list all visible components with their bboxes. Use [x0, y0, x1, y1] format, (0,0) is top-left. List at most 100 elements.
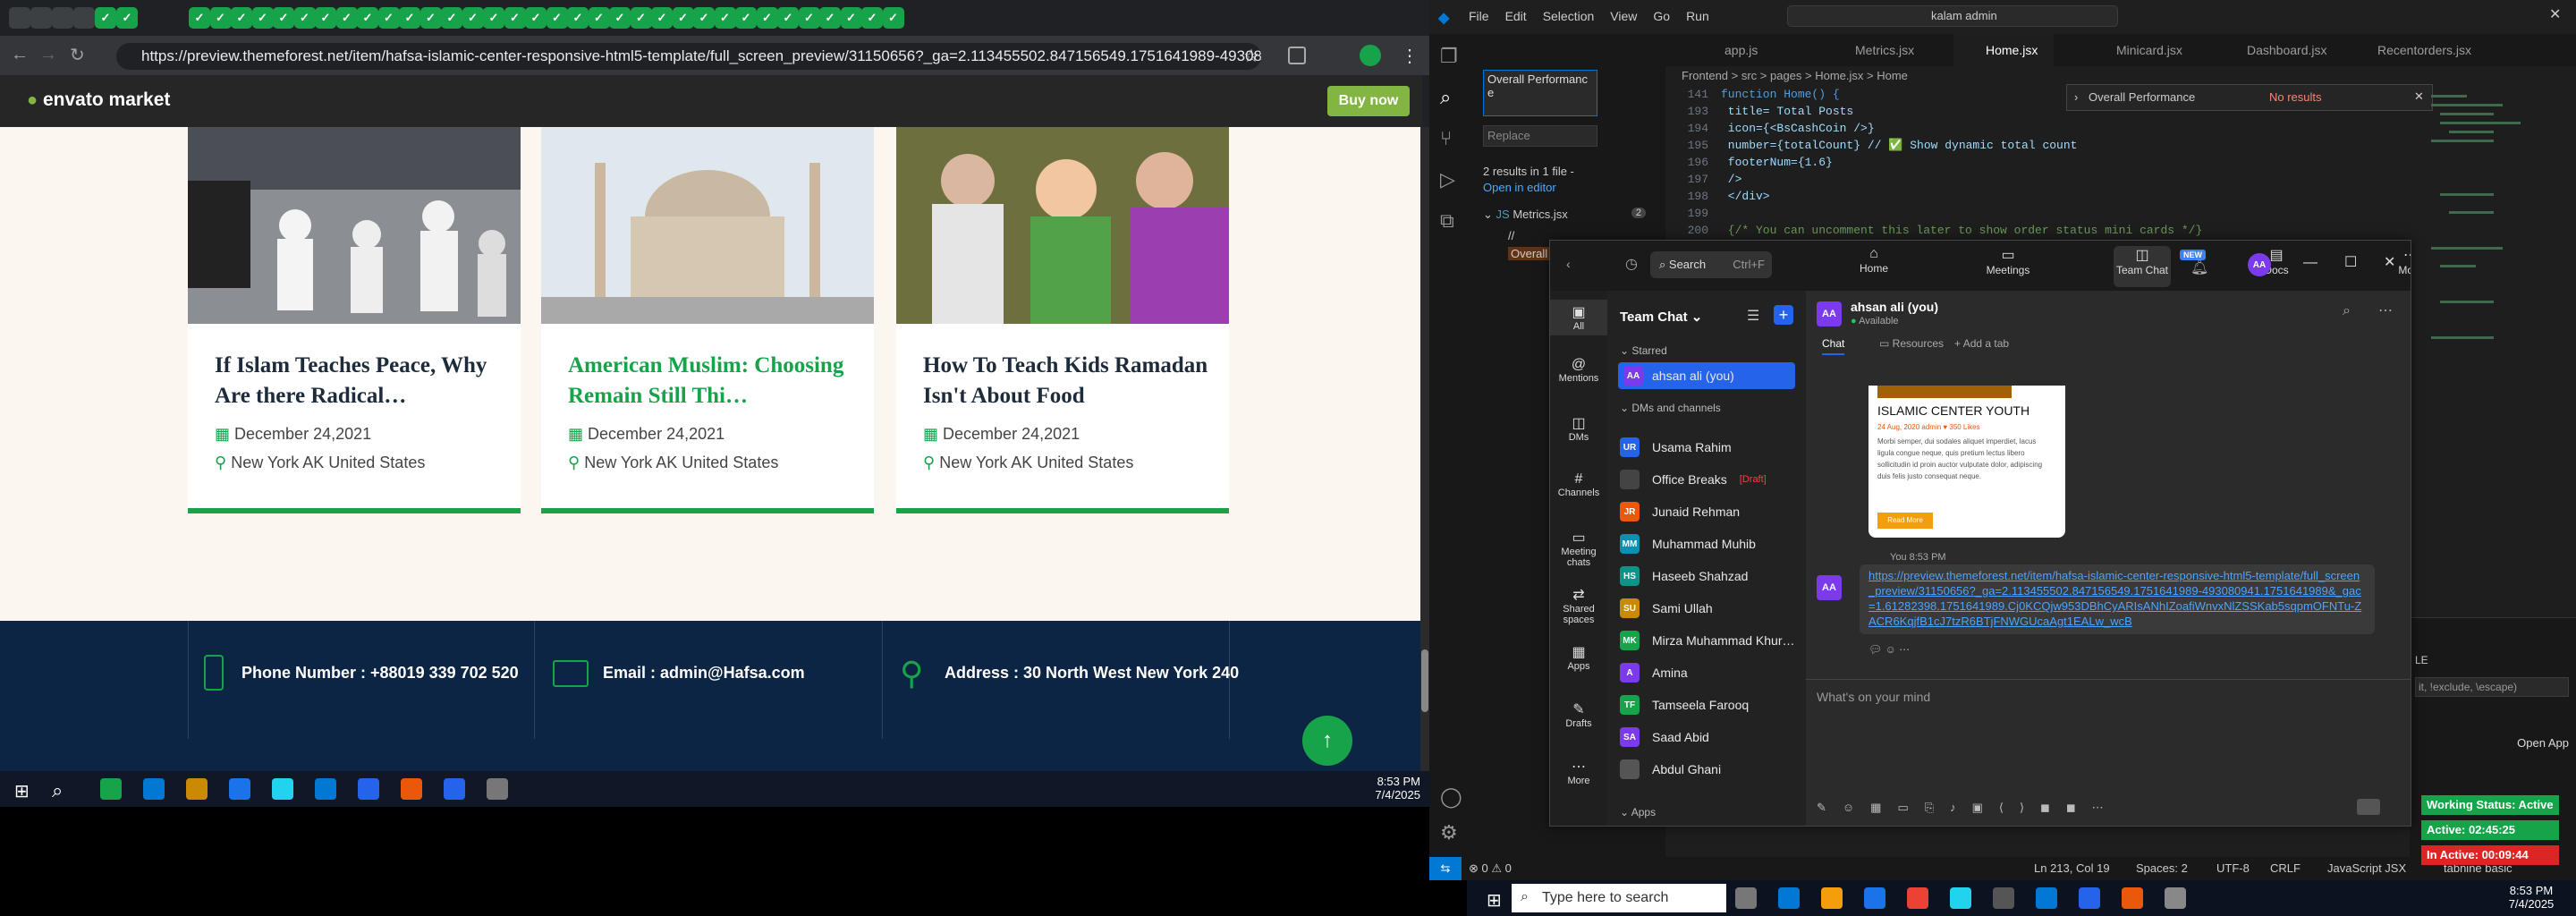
result-match[interactable]: Overall [1508, 247, 1551, 260]
terminal-filter-input[interactable]: it, !exclude, \escape) [2415, 677, 2569, 697]
line-endings[interactable]: CRLF [2270, 861, 2301, 875]
taskbar-app-icon[interactable] [1907, 887, 1928, 909]
search-icon[interactable]: ⌕ [1440, 86, 1451, 109]
browser-tab[interactable]: ✓ [567, 7, 589, 29]
editor-tab[interactable]: app.js [1692, 34, 1774, 66]
address-bar[interactable]: https://preview.themeforest.net/item/haf… [116, 43, 1261, 70]
zoom-nav-team-chat[interactable]: ◫ Team Chat [2114, 246, 2171, 287]
browser-tab[interactable]: ✓ [357, 7, 378, 29]
browser-tab[interactable]: ✓ [504, 7, 526, 29]
chat-contact-name[interactable]: ahsan ali (you) [1851, 300, 1938, 314]
forward-icon[interactable]: → [39, 45, 57, 65]
taskbar-app-icon[interactable] [401, 778, 422, 800]
rail-item-meeting-chats[interactable]: ▭ Meeting chats [1550, 529, 1607, 568]
command-center[interactable]: kalam admin [1787, 5, 2118, 27]
rail-item-drafts[interactable]: ✎ Drafts [1550, 700, 1607, 729]
browser-tab[interactable]: ✓ [483, 7, 504, 29]
browser-tab[interactable] [30, 7, 52, 29]
browser-tab[interactable] [73, 7, 95, 29]
rail-item-apps[interactable]: ▦ Apps [1550, 643, 1607, 672]
browser-tab[interactable]: ✓ [116, 7, 138, 29]
taskbar-app-icon[interactable] [487, 778, 508, 800]
close-find-icon[interactable]: ✕ [2414, 89, 2424, 104]
browser-tab[interactable]: ✓ [315, 7, 336, 29]
browser-tab[interactable]: ✓ [777, 7, 799, 29]
menu-item[interactable]: View [1610, 9, 1637, 23]
replace-input[interactable]: Replace [1483, 125, 1597, 147]
browser-tab[interactable]: ✓ [609, 7, 631, 29]
apps-header[interactable]: ⌄ Apps [1620, 806, 1656, 818]
taskbar-app-icon[interactable] [1950, 887, 1971, 909]
menu-item[interactable]: Edit [1505, 9, 1527, 23]
rail-item-mentions[interactable]: @ Mentions [1550, 357, 1607, 384]
result-file-row[interactable]: ⌄ JS Metrics.jsx 2 [1483, 208, 1653, 222]
rail-item-shared-spaces[interactable]: ⇄ Shared spaces [1550, 586, 1607, 625]
browser-tab[interactable]: ✓ [798, 7, 820, 29]
browser-tab[interactable]: ✓ [525, 7, 547, 29]
indentation[interactable]: Spaces: 2 [2136, 861, 2188, 875]
settings-gear-icon[interactable]: ⚙ [1440, 821, 1458, 844]
taskbar-app-icon[interactable] [444, 778, 465, 800]
zoom-nav-meetings[interactable]: ▭ Meetings [1979, 246, 2037, 276]
back-icon[interactable]: ‹ [1566, 257, 1571, 271]
browser-tab[interactable]: ✓ [441, 7, 462, 29]
chat-item[interactable]: Office Breaks [Draft] [1620, 466, 1795, 493]
menu-item[interactable]: Selection [1543, 9, 1595, 23]
blog-card[interactable]: American Muslim: Choosing Remain Still T… [541, 127, 874, 513]
browser-tab[interactable]: ✓ [462, 7, 484, 29]
editor-tab[interactable]: Minicard.jsx [2084, 34, 2199, 66]
windows-start-icon[interactable]: ⊞ [14, 780, 30, 802]
blog-card[interactable]: How To Teach Kids Ramadan Isn't About Fo… [896, 127, 1229, 513]
dms-header[interactable]: ⌄ DMs and channels [1620, 402, 1721, 414]
chat-item[interactable]: A Amina [1620, 659, 1795, 686]
chat-item[interactable]: JR Junaid Rehman [1620, 498, 1795, 525]
chat-item[interactable]: SA Saad Abid [1620, 724, 1795, 751]
taskbar-app-icon[interactable] [2036, 887, 2057, 909]
taskbar-app-icon[interactable] [2165, 887, 2186, 909]
more-options-icon[interactable]: ⋯ [2378, 301, 2393, 319]
zoom-search[interactable]: ⌕ Search Ctrl+F [1650, 251, 1772, 278]
taskbar-app-icon[interactable] [1735, 887, 1757, 909]
browser-tab[interactable]: ✓ [546, 7, 568, 29]
extension-icon[interactable] [1288, 47, 1306, 64]
result-line[interactable]: // [1508, 229, 1514, 242]
browser-tab[interactable]: ✓ [335, 7, 358, 29]
menu-kebab-icon[interactable]: ⋮ [1401, 45, 1419, 67]
reaction-icon[interactable]: 💬︎ ☺ ⋯ [1868, 643, 1910, 656]
browser-tab[interactable]: ✓ [231, 7, 252, 29]
taskbar-app-icon[interactable] [1864, 887, 1885, 909]
browser-tab[interactable]: ✓ [630, 7, 652, 29]
chat-item[interactable]: TF Tamseela Farooq [1620, 691, 1795, 718]
browser-tab[interactable] [52, 7, 73, 29]
find-input[interactable]: Overall Performance [2089, 90, 2195, 104]
browser-tab[interactable]: ✓ [756, 7, 778, 29]
account-icon[interactable]: ◯ [1440, 785, 1462, 809]
filter-icon[interactable]: ☰ [1747, 307, 1759, 325]
notifications-bell-icon[interactable]: 🔔︎ [2190, 259, 2208, 276]
browser-tab[interactable]: ✓ [293, 7, 316, 29]
back-icon[interactable]: ← [11, 45, 29, 65]
blog-card[interactable]: If Islam Teaches Peace, Why Are there Ra… [188, 127, 521, 513]
browser-tab[interactable]: ✓ [189, 7, 210, 29]
browser-tab[interactable]: ✓ [714, 7, 736, 29]
profile-avatar[interactable]: AA [2248, 253, 2271, 276]
card-title[interactable]: If Islam Teaches Peace, Why Are there Ra… [215, 351, 501, 411]
extensions-icon[interactable]: ⧉ [1440, 209, 1454, 233]
source-control-icon[interactable]: ⑂ [1440, 127, 1452, 150]
taskbar-search[interactable]: Type here to search [1512, 884, 1726, 912]
problems-count[interactable]: ⊗ 0 ⚠ 0 [1469, 861, 1512, 876]
browser-tab[interactable]: ✓ [399, 7, 420, 29]
rail-item-all[interactable]: ▣ All [1550, 300, 1607, 335]
message-link[interactable]: https://preview.themeforest.net/item/haf… [1868, 568, 2366, 629]
message-composer[interactable]: What's on your mind [1817, 690, 1930, 704]
browser-tab[interactable]: ✓ [672, 7, 694, 29]
browser-tab[interactable]: ✓ [209, 7, 232, 29]
chat-item[interactable]: HS Haseeb Shahzad [1620, 563, 1795, 589]
editor-tab[interactable]: Recentorders.jsx [2345, 34, 2487, 66]
taskbar-app-icon[interactable] [315, 778, 336, 800]
menu-item[interactable]: Run [1686, 9, 1709, 23]
taskbar-app-icon[interactable] [186, 778, 208, 800]
card-title[interactable]: How To Teach Kids Ramadan Isn't About Fo… [923, 351, 1209, 411]
breadcrumb[interactable]: Frontend > src > pages > Home.jsx > Home [1665, 66, 2576, 86]
run-debug-icon[interactable]: ▷ [1440, 168, 1455, 191]
